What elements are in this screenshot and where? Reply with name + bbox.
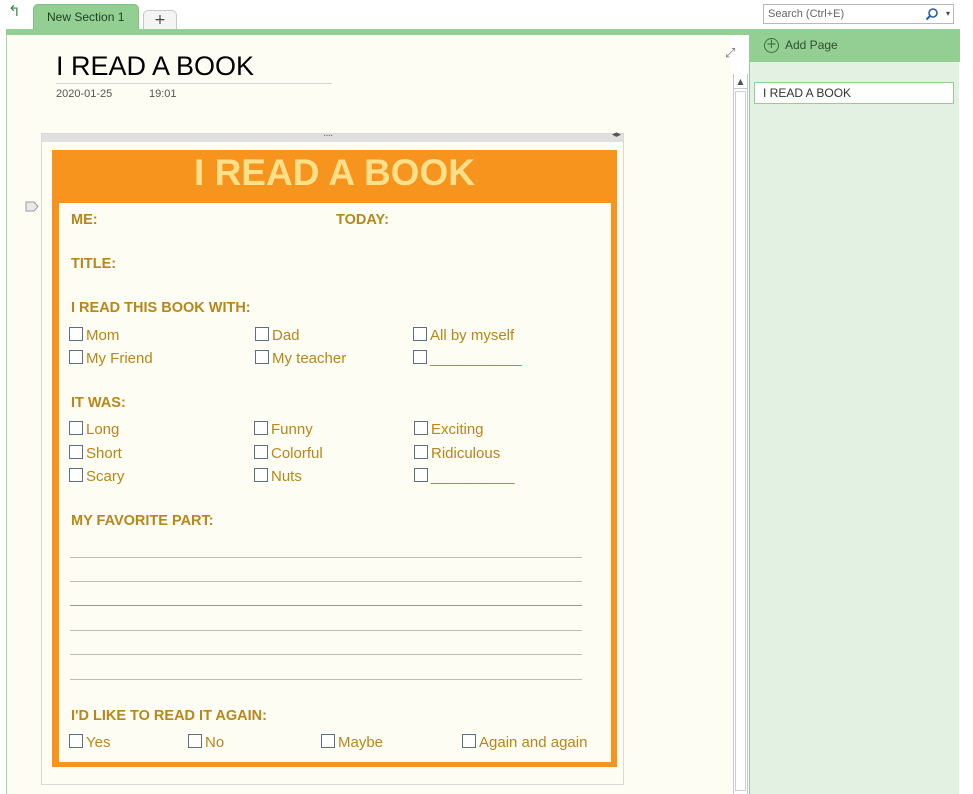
checkbox[interactable] — [462, 734, 476, 749]
writing-line[interactable] — [70, 581, 582, 582]
scroll-track[interactable] — [735, 91, 746, 791]
checkbox[interactable] — [69, 350, 83, 365]
option-all-by-myself[interactable]: All by myself — [413, 327, 514, 345]
checkbox[interactable] — [69, 421, 83, 436]
worksheet-title: I READ A BOOK — [194, 152, 475, 193]
page-date: 2020-01-25 — [56, 88, 113, 100]
option-yes[interactable]: Yes — [69, 734, 110, 752]
add-page-icon[interactable]: + — [764, 38, 779, 53]
resize-handle-icon[interactable]: ◂▸ — [612, 130, 621, 140]
onenote-window: ↰ New Section 1 + Search (Ctrl+E) ▾ ⤢ I … — [0, 0, 973, 794]
option-blank-it-was[interactable]: __________ — [414, 468, 514, 486]
today-label: TODAY: — [336, 212, 389, 228]
option-maybe[interactable]: Maybe — [321, 734, 383, 752]
option-ridiculous[interactable]: Ridiculous — [414, 445, 500, 463]
tab-new-section-1[interactable]: New Section 1 — [33, 4, 139, 30]
note-container-handle[interactable]: ···· ◂▸ — [42, 130, 623, 142]
search-icon[interactable] — [925, 7, 939, 21]
checkbox[interactable] — [69, 734, 83, 749]
option-scary[interactable]: Scary — [69, 468, 124, 486]
page-time: 19:01 — [149, 88, 177, 100]
add-section-button[interactable]: + — [143, 10, 177, 30]
full-page-view-icon[interactable]: ⤢ — [725, 47, 739, 61]
checkbox[interactable] — [321, 734, 335, 749]
checkbox[interactable] — [254, 445, 268, 460]
add-page-label: Add Page — [785, 38, 838, 52]
note-container[interactable]: ···· ◂▸ I READ A BOOK ME: TODAY: TITLE: … — [41, 130, 624, 785]
checkbox[interactable] — [414, 468, 428, 483]
paragraph-handle-icon[interactable] — [25, 201, 39, 212]
page-list-item[interactable]: I READ A BOOK — [754, 82, 954, 104]
read-with-label: I READ THIS BOOK WITH: — [71, 300, 251, 316]
page-canvas[interactable]: ⤢ I READ A BOOK 2020-01-25 19:01 ···· ◂▸… — [6, 35, 735, 794]
checkbox[interactable] — [413, 327, 427, 342]
option-exciting[interactable]: Exciting — [414, 421, 484, 439]
checkbox[interactable] — [254, 468, 268, 483]
me-label: ME: — [71, 212, 98, 228]
checkbox[interactable] — [255, 327, 269, 342]
checkbox[interactable] — [413, 350, 427, 365]
option-no[interactable]: No — [188, 734, 224, 752]
read-again-label: I'D LIKE TO READ IT AGAIN: — [71, 708, 267, 724]
search-scope-dropdown-icon[interactable]: ▾ — [946, 5, 950, 23]
search-placeholder: Search (Ctrl+E) — [768, 8, 845, 20]
writing-line[interactable] — [70, 630, 582, 631]
writing-line[interactable] — [70, 557, 582, 558]
worksheet: I READ A BOOK ME: TODAY: TITLE: I READ T… — [52, 150, 617, 767]
checkbox[interactable] — [414, 445, 428, 460]
option-mom[interactable]: Mom — [69, 327, 119, 345]
section-tab-bar: ↰ New Section 1 + Search (Ctrl+E) ▾ — [0, 0, 973, 30]
writing-line[interactable] — [70, 605, 582, 606]
checkbox[interactable] — [69, 327, 83, 342]
page-title[interactable]: I READ A BOOK — [56, 50, 332, 84]
checkbox[interactable] — [188, 734, 202, 749]
checkbox[interactable] — [255, 350, 269, 365]
checkbox[interactable] — [69, 468, 83, 483]
writing-line[interactable] — [70, 679, 582, 680]
move-handle-icon[interactable]: ···· — [323, 130, 333, 141]
option-my-friend[interactable]: My Friend — [69, 350, 153, 368]
worksheet-body: ME: TODAY: TITLE: I READ THIS BOOK WITH:… — [59, 203, 611, 762]
option-long[interactable]: Long — [69, 421, 119, 439]
option-funny[interactable]: Funny — [254, 421, 313, 439]
title-label: TITLE: — [71, 256, 117, 272]
page-scrollbar[interactable]: ▲ — [733, 74, 748, 794]
checkbox[interactable] — [414, 421, 428, 436]
option-dad[interactable]: Dad — [255, 327, 300, 345]
option-short[interactable]: Short — [69, 445, 122, 463]
option-again-and-again[interactable]: Again and again — [462, 734, 587, 752]
option-colorful[interactable]: Colorful — [254, 445, 323, 463]
option-blank-read-with[interactable]: ___________ — [413, 350, 522, 368]
checkbox[interactable] — [69, 445, 83, 460]
checkbox[interactable] — [254, 421, 268, 436]
writing-line[interactable] — [70, 654, 582, 655]
option-nuts[interactable]: Nuts — [254, 468, 302, 486]
option-my-teacher[interactable]: My teacher — [255, 350, 346, 368]
favorite-part-label: MY FAVORITE PART: — [71, 513, 214, 529]
back-arrow-icon[interactable]: ↰ — [8, 3, 22, 19]
add-page-button[interactable]: + Add Page — [750, 29, 960, 62]
scroll-up-arrow-icon[interactable]: ▲ — [734, 74, 747, 89]
it-was-label: IT WAS: — [71, 395, 126, 411]
pages-pane: + Add Page I READ A BOOK — [749, 29, 960, 794]
search-input[interactable]: Search (Ctrl+E) ▾ — [763, 4, 954, 24]
